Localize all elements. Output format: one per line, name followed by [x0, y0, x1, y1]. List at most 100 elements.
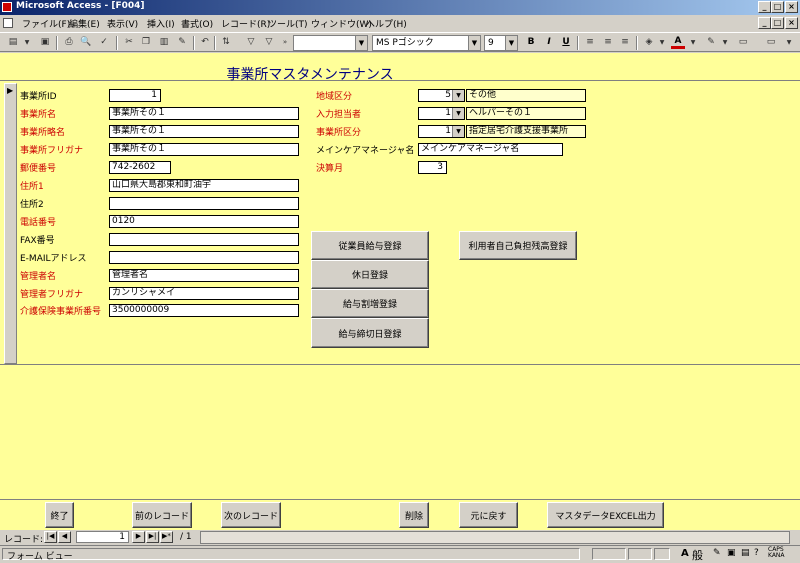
exit-button[interactable]: 終了 [45, 502, 74, 528]
print-icon[interactable]: ⎙ [62, 36, 76, 49]
undo-button[interactable]: 元に戻す [459, 502, 518, 528]
field-input[interactable]: 742-2602 [109, 161, 171, 174]
ime-tool-icon[interactable]: ✎ [713, 548, 721, 558]
bold-icon[interactable]: B [524, 36, 538, 49]
holiday-button[interactable]: 休日登録 [311, 260, 429, 289]
salary-split-button[interactable]: 給与割増登録 [311, 289, 429, 318]
record-number-input[interactable]: 1 [76, 531, 129, 543]
align-center-icon[interactable]: ≡ [601, 36, 615, 49]
field-input[interactable] [109, 233, 299, 246]
menu-tools[interactable]: ツール(T) [268, 17, 308, 30]
filter-selection-icon[interactable]: ▽ [244, 36, 258, 49]
area-dropdown-arrow-icon[interactable]: ▼ [452, 90, 464, 101]
special-effect-icon[interactable]: ▭ [764, 36, 778, 49]
close-icon[interactable]: × [785, 1, 798, 13]
minimize-icon[interactable]: _ [758, 1, 771, 13]
menu-help[interactable]: ヘルプ(H) [366, 17, 407, 30]
ime-a-icon[interactable]: A [681, 548, 689, 559]
record-selector[interactable]: ▶ [4, 83, 17, 364]
maximize-icon[interactable]: □ [771, 1, 784, 13]
copy-icon[interactable]: ❐ [139, 36, 153, 49]
staff-salary-button[interactable]: 従業員給与登録 [311, 231, 429, 260]
field-input[interactable] [109, 251, 299, 264]
area-code-value: 5 [445, 90, 451, 100]
ime-pad-icon[interactable]: ▣ [727, 548, 736, 558]
field-input[interactable]: 事業所その１ [109, 125, 299, 138]
field-input[interactable]: 3500000009 [109, 304, 299, 317]
sort-icon[interactable]: ⇅ [219, 36, 233, 49]
user-burden-button[interactable]: 利用者自己負担残高登録 [459, 231, 577, 260]
category-dropdown-arrow-icon[interactable]: ▼ [452, 126, 464, 137]
filter-form-icon[interactable]: ▽ [262, 36, 276, 49]
field-input[interactable]: 0120 [109, 215, 299, 228]
view-dropdown-icon[interactable]: ▼ [20, 36, 34, 49]
doc-minimize-icon[interactable]: _ [758, 17, 771, 29]
menu-insert[interactable]: 挿入(I) [147, 17, 175, 30]
line-color-dropdown-icon[interactable]: ▼ [718, 36, 732, 49]
excel-export-button[interactable]: マスタデータEXCEL出力 [547, 502, 664, 528]
align-left-icon[interactable]: ≡ [583, 36, 597, 49]
align-right-icon[interactable]: ≡ [618, 36, 632, 49]
access-app-icon[interactable] [2, 2, 12, 12]
next-record-button[interactable]: 次のレコード [221, 502, 281, 528]
horizontal-scrollbar[interactable] [200, 531, 790, 544]
next-record-icon[interactable]: ▶ [132, 531, 145, 543]
border-width-icon[interactable]: ▭ [736, 36, 750, 49]
font-color-dropdown-icon[interactable]: ▼ [686, 36, 700, 49]
ime-help-icon[interactable]: ? [754, 548, 759, 558]
font-size-arrow-icon[interactable]: ▼ [505, 36, 517, 50]
print-preview-icon[interactable]: 🔍 [79, 36, 93, 49]
italic-icon[interactable]: I [542, 36, 556, 49]
field-input[interactable]: 1 [109, 89, 161, 102]
font-color-icon[interactable]: A [671, 36, 685, 49]
form-doc-icon[interactable] [3, 18, 13, 28]
field-input[interactable]: カンリシャメイ [109, 287, 299, 300]
category-code-dropdown[interactable]: 1 ▼ [418, 125, 465, 138]
menu-window[interactable]: ウィンドウ(W) [311, 17, 372, 30]
format-painter-icon[interactable]: ✎ [175, 36, 189, 49]
field-input[interactable]: 管理者名 [109, 269, 299, 282]
menu-records[interactable]: レコード(R) [221, 17, 270, 30]
last-record-icon[interactable]: ▶| [146, 531, 159, 543]
prev-record-button[interactable]: 前のレコード [132, 502, 192, 528]
field-input[interactable]: 山口県大島郡東和町油宇 [109, 179, 299, 192]
delete-button[interactable]: 削除 [399, 502, 429, 528]
object-combo[interactable]: ▼ [293, 35, 368, 51]
salary-cutoff-button[interactable]: 給与締切日登録 [311, 318, 429, 348]
line-color-icon[interactable]: ✎ [704, 36, 718, 49]
menu-edit[interactable]: 編集(E) [69, 17, 100, 30]
field-input[interactable] [109, 197, 299, 210]
view-icon[interactable]: ▤ [6, 36, 20, 49]
object-combo-arrow-icon[interactable]: ▼ [355, 36, 367, 50]
menu-file[interactable]: ファイル(F) [22, 17, 70, 30]
menu-format[interactable]: 書式(O) [181, 17, 213, 30]
cut-icon[interactable]: ✂ [122, 36, 136, 49]
field-input[interactable]: 事業所その１ [109, 107, 299, 120]
font-size-combo[interactable]: 9 ▼ [484, 35, 518, 51]
menu-view[interactable]: 表示(V) [107, 17, 138, 30]
ime-mode[interactable]: 般 [692, 547, 703, 563]
ime-dict-icon[interactable]: ▤ [741, 548, 750, 558]
paste-icon[interactable]: ▥ [157, 36, 171, 49]
doc-close-icon[interactable]: × [785, 17, 798, 29]
special-effect-dropdown-icon[interactable]: ▼ [782, 36, 796, 49]
fiscal-month-field[interactable]: 3 [418, 161, 447, 174]
care-manager-field[interactable]: メインケアマネージャ名 [418, 143, 563, 156]
prev-record-icon[interactable]: ◀ [58, 531, 71, 543]
first-record-icon[interactable]: |◀ [44, 531, 57, 543]
spelling-icon[interactable]: ✓ [97, 36, 111, 49]
entry-code-dropdown[interactable]: 1 ▼ [418, 107, 465, 120]
font-name-arrow-icon[interactable]: ▼ [468, 36, 480, 50]
font-name-combo[interactable]: MS Pゴシック ▼ [372, 35, 481, 51]
area-code-dropdown[interactable]: 5 ▼ [418, 89, 465, 102]
new-record-icon[interactable]: ▶* [160, 531, 173, 543]
entry-dropdown-arrow-icon[interactable]: ▼ [452, 108, 464, 119]
toolbar-more-icon[interactable]: » [278, 36, 292, 49]
field-input[interactable]: 事業所その１ [109, 143, 299, 156]
underline-icon[interactable]: U [559, 36, 573, 49]
save-icon[interactable]: ▣ [38, 36, 52, 49]
doc-restore-icon[interactable]: □ [771, 17, 784, 29]
fill-color-dropdown-icon[interactable]: ▼ [655, 36, 669, 49]
undo-icon[interactable]: ↶ [198, 36, 212, 49]
fill-color-icon[interactable]: ◈ [642, 36, 656, 49]
